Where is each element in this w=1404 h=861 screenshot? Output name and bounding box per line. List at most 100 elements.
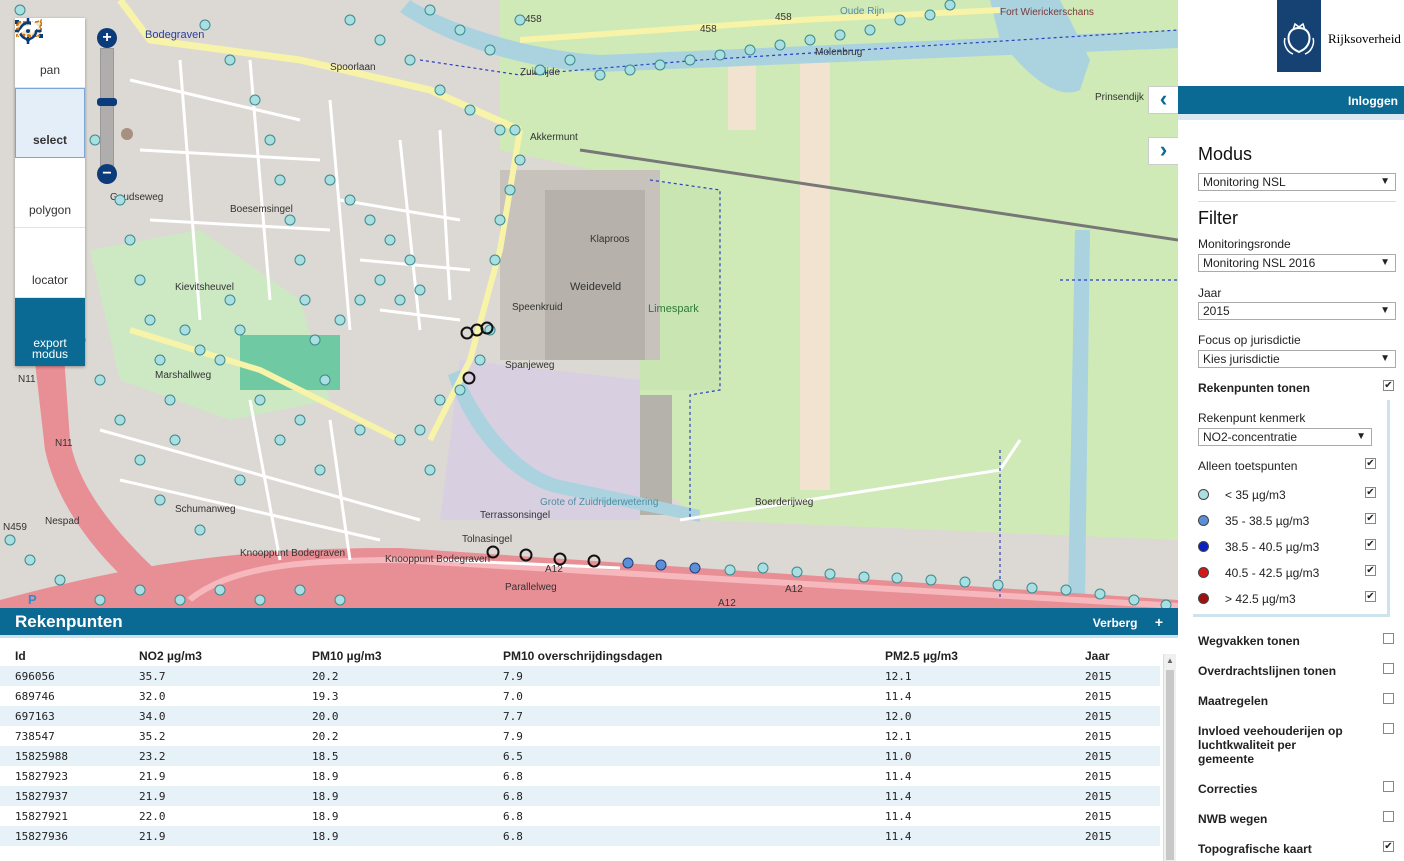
rekenpunt-marker[interactable] (624, 64, 636, 76)
rekenpunt-marker[interactable] (504, 184, 516, 196)
rekenpunt-marker[interactable] (834, 29, 846, 41)
rekenpunt-marker[interactable] (1160, 599, 1172, 608)
rekenpunt-marker[interactable] (714, 49, 726, 61)
login-button[interactable]: Inloggen (1178, 86, 1404, 114)
table-row[interactable]: 738547 35.2 20.2 7.9 12.1 2015 (0, 726, 1160, 746)
rekenpunt-marker[interactable] (364, 214, 376, 226)
rekenpunt-marker[interactable] (299, 294, 311, 306)
rekenpunt-marker[interactable] (474, 354, 486, 366)
rekenpunt-marker[interactable] (344, 14, 356, 26)
table-row[interactable]: 15827923 21.9 18.9 6.8 11.4 2015 (0, 766, 1160, 786)
rekenpunt-marker[interactable] (319, 374, 331, 386)
rekenpunt-marker[interactable] (404, 254, 416, 266)
rekenpunt-marker[interactable] (344, 194, 356, 206)
rekenpunt-marker[interactable] (309, 334, 321, 346)
rekenpunt-marker[interactable] (114, 414, 126, 426)
column-header[interactable]: Id (0, 646, 124, 666)
layer-checkbox[interactable] (1383, 723, 1394, 734)
layer-checkbox[interactable] (1383, 633, 1394, 644)
rekenpunt-marker[interactable] (274, 434, 286, 446)
rekenpunt-marker[interactable] (94, 374, 106, 386)
rekenpunt-marker[interactable] (384, 234, 396, 246)
rekenpunt-marker[interactable] (164, 394, 176, 406)
rekenpunt-marker[interactable] (394, 294, 406, 306)
rekenpunt-marker[interactable] (234, 474, 246, 486)
rekenpunt-marker[interactable] (94, 594, 106, 606)
rekenpunt-marker[interactable] (154, 354, 166, 366)
rekenpunt-marker[interactable] (824, 568, 836, 580)
rekenpunt-marker[interactable] (224, 294, 236, 306)
collapse-left-button[interactable]: ‹ (1148, 86, 1178, 114)
rekenpunt-marker[interactable] (354, 424, 366, 436)
rekenpunt-marker[interactable] (534, 64, 546, 76)
table-row[interactable]: 696056 35.7 20.2 7.9 12.1 2015 (0, 666, 1160, 686)
table-row[interactable]: 15825988 23.2 18.5 6.5 11.0 2015 (0, 746, 1160, 766)
rekenpunt-marker[interactable] (509, 124, 521, 136)
rekenpunt-marker[interactable] (179, 324, 191, 336)
table-row[interactable]: 15827937 21.9 18.9 6.8 11.4 2015 (0, 786, 1160, 806)
rekenpunt-marker[interactable] (858, 571, 870, 583)
table-scrollbar-thumb[interactable] (1166, 670, 1174, 860)
rekenpunt-marker[interactable] (134, 584, 146, 596)
legend-checkbox[interactable]: ✔ (1365, 591, 1376, 602)
select-tool-button[interactable]: select (15, 20, 85, 158)
legend-checkbox[interactable]: ✔ (1365, 565, 1376, 576)
column-header[interactable]: PM10 µg/m3 (297, 646, 488, 666)
rekenpunt-marker-35-38[interactable] (689, 562, 701, 574)
rekenpunt-marker[interactable] (744, 44, 756, 56)
polygon-tool-button[interactable]: polygon (15, 18, 85, 228)
rekenpunt-marker[interactable] (944, 0, 956, 11)
jaar-select[interactable]: 2015 ▼ (1198, 302, 1396, 320)
hide-table-button[interactable]: Verberg + (1093, 614, 1163, 630)
rekenpunt-marker[interactable] (804, 34, 816, 46)
rekenpunt-marker[interactable] (654, 59, 666, 71)
rekenpunt-marker[interactable] (1060, 584, 1072, 596)
rekenpunt-marker-35-38[interactable] (655, 559, 667, 571)
rekenpunt-marker[interactable] (514, 14, 526, 26)
scroll-up-icon[interactable]: ▲ (1166, 656, 1174, 665)
ronde-select[interactable]: Monitoring NSL 2016 ▼ (1198, 254, 1396, 272)
rekenpunt-marker[interactable] (134, 274, 146, 286)
rekenpunt-marker[interactable] (924, 9, 936, 21)
rekenpunt-marker[interactable] (194, 344, 206, 356)
rekenpunt-marker[interactable] (494, 214, 506, 226)
rekenpunt-marker[interactable] (24, 554, 36, 566)
rekenpunt-marker[interactable] (374, 274, 386, 286)
rekenpunten-checkbox[interactable]: ✔ (1383, 380, 1394, 391)
rekenpunt-marker[interactable] (4, 534, 16, 546)
rekenpunt-marker[interactable] (124, 234, 136, 246)
locator-tool-button[interactable]: locator (15, 18, 85, 298)
rekenpunt-marker[interactable] (894, 14, 906, 26)
rekenpunt-marker[interactable] (294, 254, 306, 266)
layer-checkbox[interactable] (1383, 781, 1394, 792)
rekenpunt-marker[interactable] (757, 562, 769, 574)
rekenpunt-marker[interactable] (1026, 582, 1038, 594)
rekenpunt-marker[interactable] (224, 54, 236, 66)
kenmerk-select[interactable]: NO2-concentratie ▼ (1198, 428, 1372, 446)
rekenpunt-marker[interactable] (434, 394, 446, 406)
rekenpunt-marker[interactable] (424, 464, 436, 476)
rekenpunt-marker[interactable] (254, 594, 266, 606)
rekenpunt-marker[interactable] (314, 464, 326, 476)
rekenpunt-marker[interactable] (264, 134, 276, 146)
export-mode-button[interactable]: export modus (15, 20, 85, 366)
rekenpunt-marker[interactable] (334, 314, 346, 326)
zoom-handle[interactable] (97, 98, 117, 107)
rekenpunt-marker[interactable] (134, 454, 146, 466)
zoom-in-button[interactable]: + (97, 28, 117, 48)
rekenpunt-marker[interactable] (454, 24, 466, 36)
rekenpunt-marker[interactable] (374, 34, 386, 46)
column-header[interactable]: Jaar (1070, 646, 1160, 666)
rekenpunt-marker[interactable] (144, 314, 156, 326)
rekenpunt-marker[interactable] (992, 579, 1004, 591)
rekenpunt-marker[interactable] (354, 294, 366, 306)
modus-select[interactable]: Monitoring NSL ▼ (1198, 173, 1396, 191)
rekenpunt-marker[interactable] (424, 4, 436, 16)
rekenpunt-marker[interactable] (484, 44, 496, 56)
rekenpunt-marker[interactable] (414, 424, 426, 436)
column-header[interactable]: NO2 µg/m3 (124, 646, 297, 666)
map-canvas[interactable]: Bodegraven Spoorlaan Weideveld Limespark… (0, 0, 1178, 608)
collapse-right-button[interactable]: › (1148, 137, 1178, 165)
table-row[interactable]: 15827936 21.9 18.9 6.8 11.4 2015 (0, 826, 1160, 846)
rekenpunt-marker[interactable] (194, 524, 206, 536)
